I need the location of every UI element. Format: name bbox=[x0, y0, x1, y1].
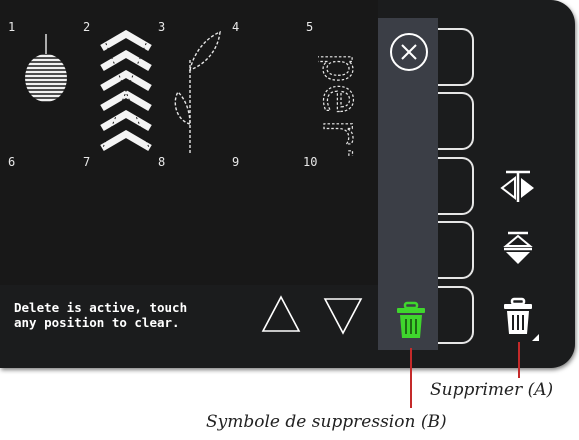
cell-number: 10 bbox=[303, 155, 318, 169]
trash-icon bbox=[504, 297, 532, 334]
cell-number: 8 bbox=[158, 155, 166, 169]
cell-number: 4 bbox=[232, 20, 240, 34]
callout-label-b: Symbole de suppression (B) bbox=[206, 412, 447, 432]
trash-icon bbox=[397, 301, 425, 338]
close-circle-icon bbox=[390, 33, 428, 71]
slot-tab-1[interactable] bbox=[438, 28, 474, 86]
callout-label-a: Supprimer (A) bbox=[430, 380, 554, 400]
mirror-end-to-end-button[interactable] bbox=[496, 227, 540, 271]
stitch-grid: 1 2 3 4 5 6 7 8 9 10 per bbox=[0, 0, 378, 285]
cell-number: 9 bbox=[232, 155, 240, 169]
cell-number: 3 bbox=[158, 20, 166, 34]
slot-tab-2[interactable] bbox=[438, 92, 474, 150]
scroll-up-button[interactable] bbox=[260, 291, 302, 339]
callout-line-a bbox=[518, 342, 520, 378]
leaf-stitch-icon[interactable] bbox=[166, 30, 226, 156]
slot-tab-3[interactable] bbox=[438, 157, 474, 215]
close-button[interactable] bbox=[388, 31, 430, 73]
triangle-up-icon bbox=[261, 295, 301, 332]
satin-ball-stitch-icon[interactable] bbox=[20, 34, 72, 106]
slot-tab-4[interactable] bbox=[438, 221, 474, 279]
delete-active-message: Delete is active, touch any position to … bbox=[14, 300, 188, 330]
callout-line-b bbox=[410, 348, 412, 408]
slot-tab-5[interactable] bbox=[438, 286, 474, 344]
chevron-stitch-icon[interactable] bbox=[98, 30, 154, 154]
perf-text: perf bbox=[318, 52, 371, 156]
mirror-end-to-end-icon bbox=[503, 231, 533, 264]
perf-lettering-stitch-icon[interactable]: perf bbox=[318, 26, 374, 156]
cell-number: 2 bbox=[83, 20, 91, 34]
cell-number: 1 bbox=[8, 20, 16, 34]
mirror-side-to-side-icon bbox=[500, 170, 534, 202]
cell-number: 7 bbox=[83, 155, 91, 169]
delete-symbol-button[interactable] bbox=[391, 300, 431, 342]
triangle-down-icon bbox=[323, 298, 363, 335]
cell-number: 5 bbox=[306, 20, 314, 34]
cell-number: 6 bbox=[8, 155, 16, 169]
corner-indicator bbox=[532, 334, 539, 341]
scroll-down-button[interactable] bbox=[322, 291, 364, 339]
sewing-machine-screen: 1 2 3 4 5 6 7 8 9 10 per Delete is activ… bbox=[0, 0, 575, 368]
mirror-side-to-side-button[interactable] bbox=[496, 164, 540, 208]
